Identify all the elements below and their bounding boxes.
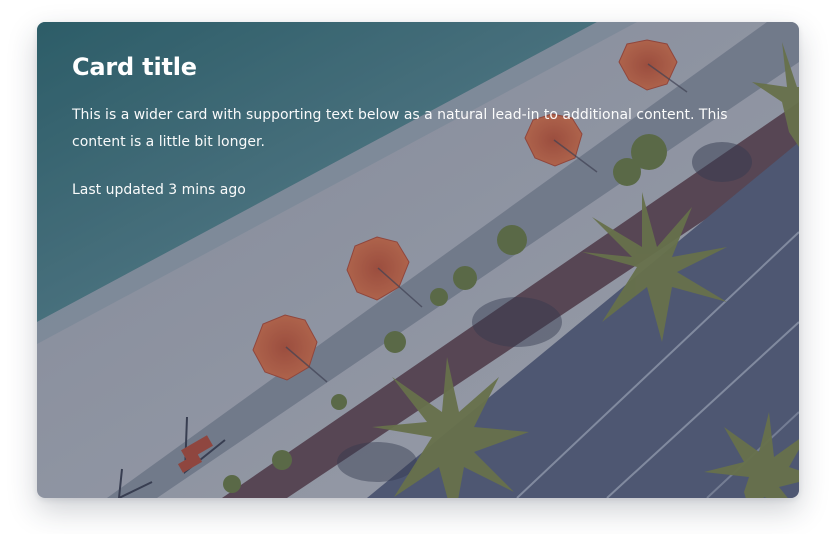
card-title: Card title	[72, 53, 197, 81]
image-overlay-card: Card title This is a wider card with sup…	[37, 22, 799, 498]
card-text: This is a wider card with supporting tex…	[72, 107, 728, 150]
card-body: Card title This is a wider card with sup…	[72, 50, 772, 202]
last-updated-text: Last updated 3 mins ago	[72, 182, 246, 198]
